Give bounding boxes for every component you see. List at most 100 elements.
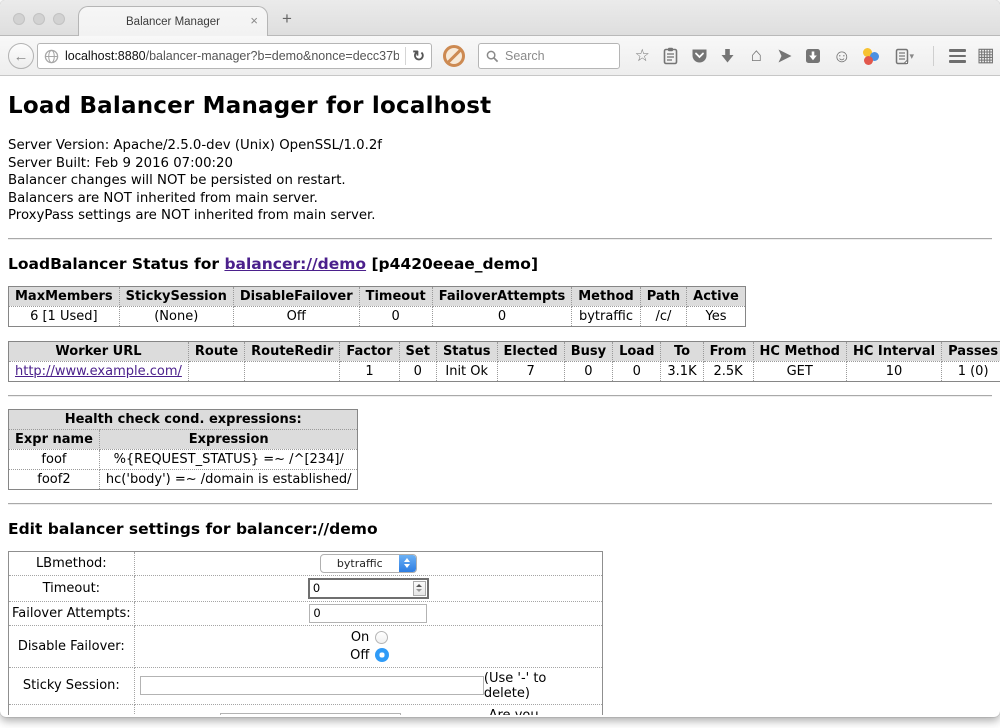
balancer-link[interactable]: balancer://demo (224, 255, 366, 273)
timeout-label: Timeout: (9, 575, 135, 601)
add-worker-input[interactable] (220, 713, 401, 715)
url-path: /balancer-manager?b=demo&nonce=decc37be-… (146, 49, 400, 63)
add-worker-label: Add New Worker: (9, 704, 135, 715)
clipboard-icon (663, 47, 678, 65)
new-tab-button[interactable]: + (282, 10, 292, 27)
proxypass-note: ProxyPass settings are NOT inherited fro… (8, 207, 992, 225)
forum-button[interactable]: ☺ (828, 42, 857, 70)
inherit-note: Balancers are NOT inherited from main se… (8, 190, 992, 208)
search-input[interactable] (505, 49, 605, 63)
toolbar-icons: ☆ (628, 36, 1000, 76)
failover-attempts-input[interactable] (309, 604, 427, 623)
chevron-down-icon[interactable]: ▾ (910, 51, 915, 62)
zoom-window-button[interactable] (53, 13, 65, 25)
notes-extension-button[interactable]: ▾ (885, 42, 924, 70)
table-row: http://www.example.com/ 1 0 Init Ok 7 0 … (9, 361, 1000, 381)
status-heading-suffix: [p4420eeae_demo] (366, 255, 538, 273)
col-failoverattempts: FailoverAttempts (432, 286, 572, 306)
search-icon (486, 50, 499, 63)
reload-icon[interactable]: ↻ (412, 47, 425, 65)
table-header-row: Worker URL Route RouteRedir Factor Set S… (9, 341, 1000, 361)
bookmark-star-button[interactable]: ☆ (628, 42, 657, 70)
timeout-input[interactable] (310, 581, 413, 595)
health-check-table: Health check cond. expressions: Expr nam… (8, 409, 358, 490)
server-info: Server Version: Apache/2.5.0-dev (Unix) … (8, 137, 992, 225)
worker-table: Worker URL Route RouteRedir Factor Set S… (8, 341, 1000, 382)
lbmethod-selected-value: bytraffic (321, 557, 399, 570)
table-row: foof %{REQUEST_STATUS} =~ /^[234]/ (9, 449, 358, 469)
tab-balancer-manager[interactable]: Balancer Manager × (78, 6, 268, 36)
number-spinner-icon[interactable] (413, 581, 426, 596)
server-built: Server Built: Feb 9 2016 07:00:20 (8, 155, 992, 173)
minimize-window-button[interactable] (33, 13, 45, 25)
server-version: Server Version: Apache/2.5.0-dev (Unix) … (8, 137, 992, 155)
failover-attempts-row: Failover Attempts: (9, 601, 603, 625)
col-maxmembers: MaxMembers (9, 286, 120, 306)
blocked-content-icon[interactable] (443, 45, 465, 67)
search-bar[interactable] (478, 43, 620, 69)
window-controls (13, 13, 65, 25)
reader-square-button[interactable] (799, 42, 828, 70)
page-content: Load Balancer Manager for localhost Serv… (0, 76, 1000, 715)
status-heading: LoadBalancer Status for balancer://demo … (8, 255, 992, 273)
edit-settings-heading: Edit balancer settings for balancer://de… (8, 520, 992, 538)
sticky-session-label: Sticky Session: (9, 667, 135, 704)
back-button[interactable]: ← (8, 43, 34, 69)
browser-window: Balancer Manager × + ← localhost:8880/ba… (0, 0, 1000, 717)
disable-failover-on-radio[interactable] (375, 631, 388, 644)
pocket-button[interactable] (685, 42, 714, 70)
table-header-row: Expr name Expression (9, 429, 358, 449)
colors-extension-button[interactable] (856, 42, 885, 70)
sticky-session-input[interactable] (140, 676, 484, 695)
col-active: Active (687, 286, 746, 306)
url-text: localhost:8880/balancer-manager?b=demo&n… (65, 49, 399, 63)
status-heading-prefix: LoadBalancer Status for (8, 255, 224, 273)
lbmethod-select[interactable]: bytraffic (320, 554, 417, 573)
menu-button[interactable] (943, 42, 972, 70)
tile-tabs-button[interactable]: ▦ (971, 42, 1000, 70)
col-timeout: Timeout (359, 286, 432, 306)
home-icon: ⌂ (751, 47, 762, 65)
table-header-row: MaxMembers StickySession DisableFailover… (9, 286, 746, 306)
table-row: foof2 hc('body') =~ /domain is establish… (9, 469, 358, 489)
close-window-button[interactable] (13, 13, 25, 25)
col-stickysession: StickySession (119, 286, 233, 306)
notes-icon (895, 48, 909, 65)
toolbar-divider (933, 46, 934, 66)
hamburger-icon (949, 49, 966, 63)
color-dots-icon (861, 47, 879, 65)
are-you-sure-label: Are you sure? (489, 708, 577, 716)
home-button[interactable]: ⌂ (742, 42, 771, 70)
sticky-session-row: Sticky Session: (Use '-' to delete) (9, 667, 603, 704)
radio-off-label: Off (345, 648, 369, 663)
downloads-button[interactable] (714, 42, 743, 70)
worker-url-link[interactable]: http://www.example.com/ (15, 364, 182, 379)
pocket-icon (691, 48, 708, 64)
table-row: 6 [1 Used] (None) Off 0 0 bytraffic /c/ … (9, 306, 746, 326)
urlbar-divider (405, 47, 406, 65)
globe-icon (44, 49, 59, 64)
paper-plane-icon (777, 48, 793, 64)
divider (8, 238, 992, 240)
select-stepper-icon (399, 555, 416, 572)
sticky-session-hint: (Use '-' to delete) (484, 671, 597, 701)
balancer-status-table: MaxMembers StickySession DisableFailover… (8, 286, 746, 327)
page-title: Load Balancer Manager for localhost (8, 93, 992, 119)
radio-on-label: On (345, 630, 369, 645)
back-arrow-icon: ← (14, 48, 29, 65)
disable-failover-row: Disable Failover: On Off (9, 625, 603, 667)
persist-note: Balancer changes will NOT be persisted o… (8, 172, 992, 190)
navigation-toolbar: ← localhost:8880/balancer-manager?b=demo… (0, 36, 1000, 76)
lbmethod-row: LBmethod: bytraffic (9, 551, 603, 575)
tab-bar: Balancer Manager × + (0, 0, 1000, 36)
clipboard-button[interactable] (657, 42, 686, 70)
disable-failover-label: Disable Failover: (9, 625, 135, 667)
send-tab-button[interactable] (771, 42, 800, 70)
url-bar[interactable]: localhost:8880/balancer-manager?b=demo&n… (37, 43, 432, 69)
timeout-row: Timeout: (9, 575, 603, 601)
tab-close-icon[interactable]: × (250, 14, 258, 28)
add-worker-row: Add New Worker: Are you sure? (9, 704, 603, 715)
disable-failover-off-radio[interactable] (375, 648, 389, 662)
smiley-bubble-icon: ☺ (833, 47, 851, 65)
col-disablefailover: DisableFailover (233, 286, 359, 306)
